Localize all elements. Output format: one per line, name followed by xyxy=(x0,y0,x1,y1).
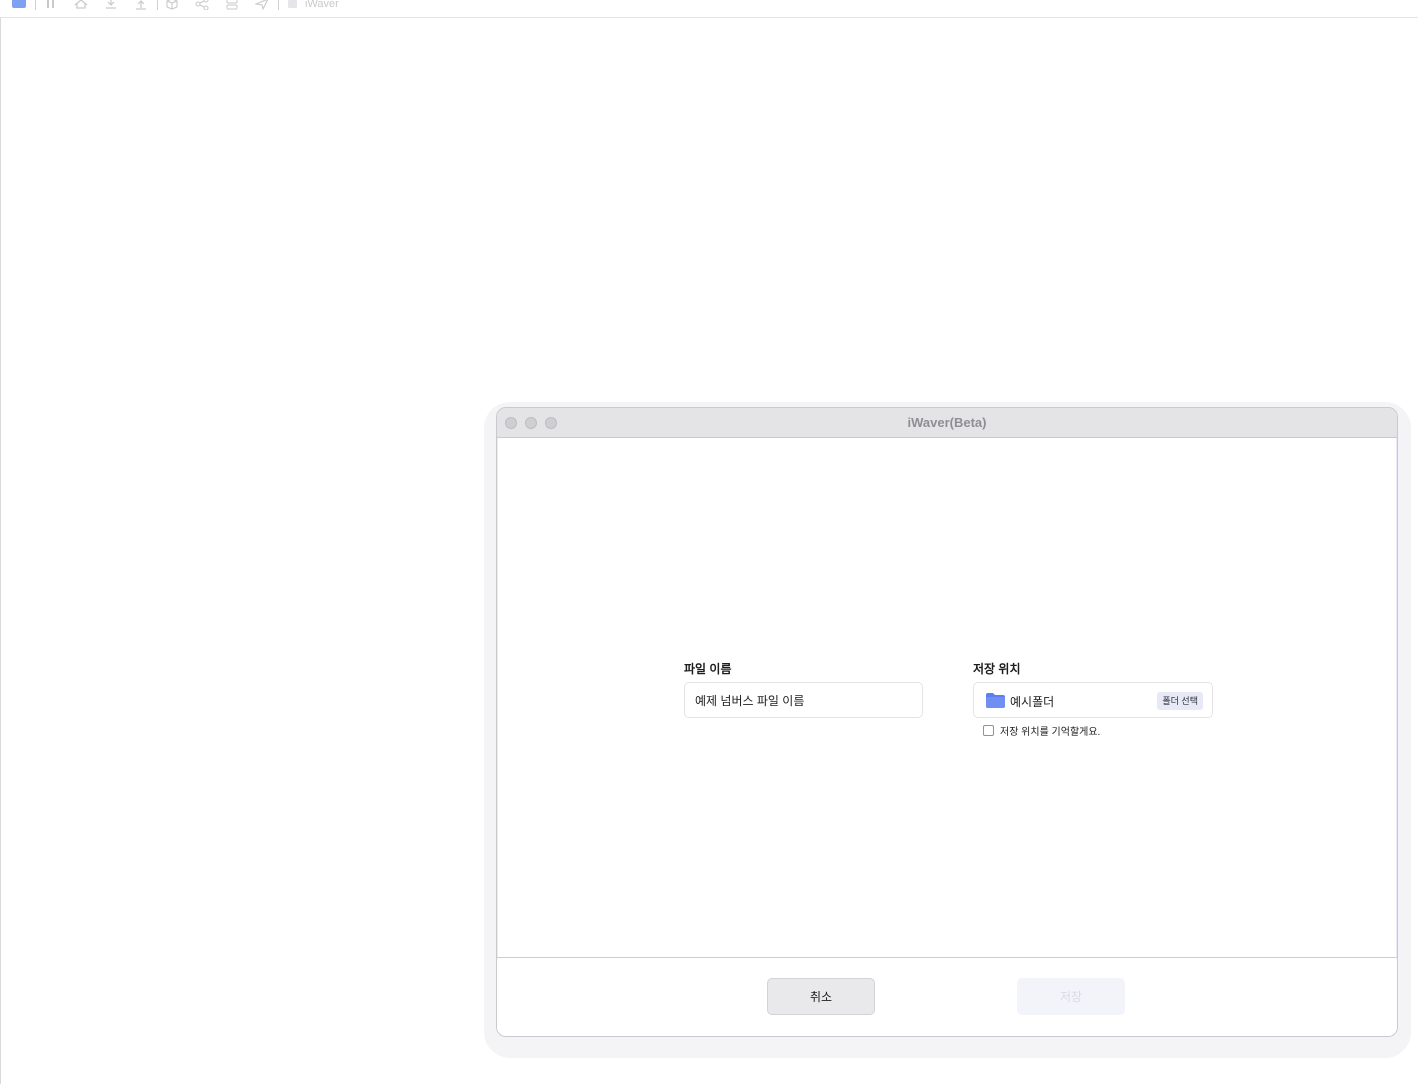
dialog-footer: 취소 저장 xyxy=(497,957,1397,1036)
file-name-input[interactable] xyxy=(684,682,923,718)
share-icon[interactable] xyxy=(195,0,209,10)
toolbar-divider xyxy=(157,0,158,10)
download-icon[interactable] xyxy=(104,0,118,10)
title-bar[interactable]: iWaver(Beta) xyxy=(497,408,1397,438)
save-location-label: 저장 위치 xyxy=(973,662,1021,676)
background-toolbar: iWaver xyxy=(0,0,1418,18)
layers-icon[interactable] xyxy=(225,0,239,10)
pause-icon[interactable] xyxy=(44,0,58,10)
document-icon xyxy=(288,0,297,8)
send-icon[interactable] xyxy=(255,0,269,10)
save-button[interactable]: 저장 xyxy=(1017,978,1125,1015)
folder-icon[interactable] xyxy=(12,0,26,10)
cancel-button[interactable]: 취소 xyxy=(767,978,875,1015)
home-icon[interactable] xyxy=(74,0,88,10)
remember-location-checkbox[interactable] xyxy=(983,725,994,736)
select-folder-button[interactable]: 폴더 선택 xyxy=(1157,692,1203,710)
window-title: iWaver(Beta) xyxy=(907,415,987,430)
remember-location-label: 저장 위치를 기억할게요. xyxy=(1000,727,1101,738)
save-dialog-window: iWaver(Beta) 파일 이름 저장 위치 예시폴더 폴더 선택 저장 위… xyxy=(496,407,1398,1037)
dialog-content: 파일 이름 저장 위치 예시폴더 폴더 선택 저장 위치를 기억할게요. xyxy=(497,438,1397,957)
file-name-label: 파일 이름 xyxy=(684,662,732,676)
background-app-title: iWaver xyxy=(305,0,339,10)
cube-icon[interactable] xyxy=(165,0,179,10)
save-location-field[interactable]: 예시폴더 폴더 선택 xyxy=(973,682,1213,718)
background-window-edge xyxy=(0,18,1,1084)
remember-location-row[interactable]: 저장 위치를 기억할게요. xyxy=(983,723,1100,738)
upload-icon[interactable] xyxy=(134,0,148,10)
folder-name: 예시폴더 xyxy=(1010,695,1055,709)
toolbar-divider xyxy=(278,0,279,10)
folder-icon xyxy=(986,693,1005,708)
toolbar-divider xyxy=(35,0,36,10)
